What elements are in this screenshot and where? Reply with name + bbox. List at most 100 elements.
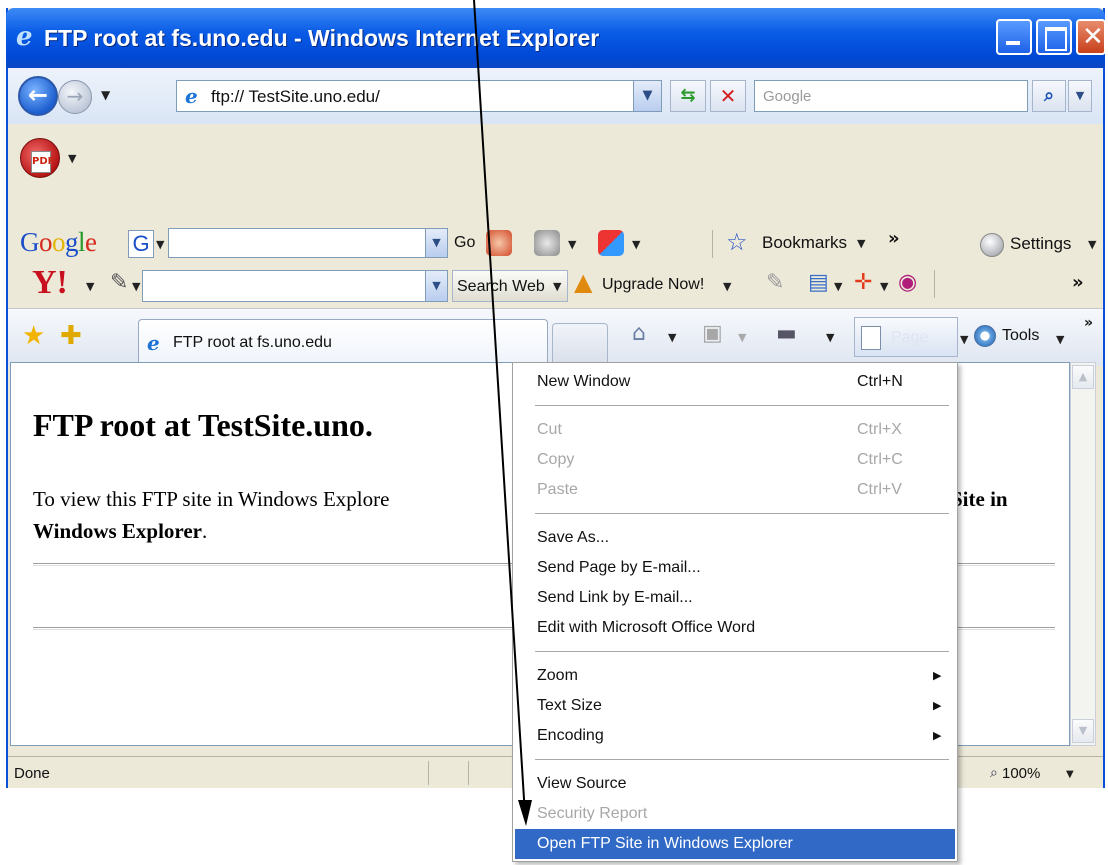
zoom-magnifier-icon: ⌕ [990, 765, 998, 781]
forward-button[interactable]: → [58, 80, 92, 114]
menu-item-open-ftp-site-in-windows-explorer[interactable]: Open FTP Site in Windows Explorer [515, 829, 955, 859]
stop-button[interactable]: ✕ [710, 80, 746, 112]
settings-dropdown-icon[interactable]: ▼ [1088, 238, 1096, 251]
tab-label: FTP root at fs.uno.edu [173, 334, 332, 351]
search-button[interactable]: ⌕ [1032, 80, 1066, 112]
news-icon[interactable] [486, 230, 512, 256]
page-menu-button[interactable]: Page [854, 317, 958, 357]
tab-ftp-root[interactable]: e FTP root at fs.uno.edu [138, 319, 548, 367]
more-chevron-icon[interactable]: » [1072, 272, 1084, 293]
popup-blocker-dropdown-icon[interactable]: ▼ [568, 238, 576, 251]
yahoo-logo[interactable]: Y! [32, 264, 68, 302]
more-chevron-icon[interactable]: » [888, 228, 900, 249]
popup-blocker-icon[interactable] [534, 230, 560, 256]
bookmarks-dropdown-icon[interactable]: ▼ [857, 237, 865, 250]
menu-item-new-window[interactable]: New Window Ctrl+N [515, 367, 955, 397]
home-icon[interactable]: ⌂ [632, 321, 646, 346]
menu-item-send-page-by-e-mail[interactable]: Send Page by E-mail... [515, 553, 955, 583]
search-options-dropdown-icon[interactable]: ▼ [1068, 80, 1092, 112]
pencil-icon[interactable]: ✎ [110, 270, 128, 295]
vertical-scrollbar[interactable]: ▲ ▼ [1070, 362, 1096, 746]
recent-pages-dropdown-icon[interactable]: ▼ [101, 88, 110, 102]
print-icon[interactable]: ▬ [776, 321, 797, 346]
menu-item-send-link-by-e-mail[interactable]: Send Link by E-mail... [515, 583, 955, 613]
zoom-level[interactable]: 100% [1002, 765, 1040, 782]
menu-item-encoding[interactable]: Encoding ▶ [515, 721, 955, 751]
tools-menu-button[interactable]: Tools [1002, 327, 1039, 345]
google-go-button[interactable]: Go [454, 234, 475, 252]
feeds-dropdown-icon[interactable]: ▼ [738, 331, 746, 344]
feeds-icon[interactable]: ▣ [702, 321, 723, 346]
menu-item-label: Cut [537, 421, 562, 438]
menu-item-label: Send Page by E-mail... [537, 559, 701, 576]
add-favorites-icon[interactable]: ✚ [60, 321, 82, 351]
new-tab-button[interactable] [552, 323, 608, 367]
menu-item-label: Copy [537, 451, 575, 468]
upgrade-dropdown-icon[interactable]: ▼ [723, 280, 731, 293]
tab-ie-icon: e [147, 331, 160, 355]
menu-item-paste[interactable]: Paste Ctrl+V [515, 475, 955, 505]
refresh-button[interactable]: ⇆ [670, 80, 706, 112]
favorites-star-icon[interactable]: ★ [22, 321, 45, 351]
target-dropdown-icon[interactable]: ▼ [880, 280, 888, 293]
google-search-input[interactable]: ▼ [168, 228, 448, 258]
scroll-up-icon[interactable]: ▲ [1072, 365, 1094, 389]
menu-item-shortcut: Ctrl+X [857, 421, 902, 438]
target-icon[interactable]: ✛ [854, 270, 872, 295]
page-tools-dropdown-icon[interactable]: ▼ [632, 238, 640, 251]
layout-icon[interactable]: ▤ [808, 270, 829, 295]
zoom-dropdown-icon[interactable]: ▼ [1066, 769, 1074, 780]
menu-item-copy[interactable]: Copy Ctrl+C [515, 445, 955, 475]
bookmarks-button[interactable]: Bookmarks [762, 233, 847, 253]
home-dropdown-icon[interactable]: ▼ [668, 331, 676, 344]
google-search-dropdown-icon[interactable]: ▼ [425, 229, 447, 257]
google-g-icon[interactable]: G [128, 230, 154, 258]
highlighter-icon[interactable]: ✎ [766, 270, 784, 295]
menu-item-text-size[interactable]: Text Size ▶ [515, 691, 955, 721]
pdf-dropdown-icon[interactable]: ▼ [68, 152, 76, 165]
menu-item-view-source[interactable]: View Source [515, 769, 955, 799]
pencil-dropdown-icon[interactable]: ▼ [132, 280, 140, 293]
menu-item-save-as[interactable]: Save As... [515, 523, 955, 553]
print-dropdown-icon[interactable]: ▼ [826, 331, 834, 344]
search-web-dropdown-icon[interactable]: ▼ [553, 280, 561, 293]
search-placeholder: Google [763, 88, 812, 105]
warning-icon: ▲ [574, 268, 593, 296]
menu-item-zoom[interactable]: Zoom ▶ [515, 661, 955, 691]
page-heading: FTP root at TestSite.uno. [33, 407, 373, 443]
back-button[interactable]: ← [18, 76, 58, 116]
scroll-down-icon[interactable]: ▼ [1072, 719, 1094, 743]
menu-item-cut[interactable]: Cut Ctrl+X [515, 415, 955, 445]
search-web-button[interactable]: Search Web ▼ [452, 270, 568, 302]
minimize-button[interactable] [996, 19, 1032, 55]
address-input[interactable]: ftp:// TestSite.uno.edu/ [211, 87, 380, 107]
settings-button[interactable]: Settings [1010, 234, 1071, 254]
page-dropdown-icon[interactable]: ▼ [960, 333, 968, 346]
tools-dropdown-icon[interactable]: ▼ [1056, 333, 1064, 346]
screenshot-stage: e FTP root at fs.uno.edu - Windows Inter… [0, 0, 1108, 865]
upgrade-now-button[interactable]: Upgrade Now! [602, 276, 704, 294]
pdf-convert-icon[interactable]: PDF [20, 138, 60, 178]
menu-item-edit-with-microsoft-office-word[interactable]: Edit with Microsoft Office Word [515, 613, 955, 643]
search-input[interactable]: Google [754, 80, 1028, 112]
google-menu-dropdown-icon[interactable]: ▼ [156, 238, 164, 251]
windows-explorer-link[interactable]: Windows Explorer [33, 519, 202, 543]
menu-separator [535, 513, 949, 515]
close-button[interactable]: ✕ [1076, 19, 1106, 55]
address-bar[interactable]: e ftp:// TestSite.uno.edu/ ▼ [176, 80, 662, 112]
maximize-button[interactable] [1036, 19, 1072, 55]
status-divider [468, 761, 469, 785]
music-icon[interactable]: ◉ [898, 270, 917, 295]
yahoo-search-dropdown-icon[interactable]: ▼ [425, 271, 447, 301]
menu-separator [535, 651, 949, 653]
yahoo-menu-dropdown-icon[interactable]: ▼ [86, 280, 94, 293]
page-tools-icon[interactable] [598, 230, 624, 256]
address-dropdown-icon[interactable]: ▼ [633, 81, 661, 111]
more-chevron-icon[interactable]: » [1084, 315, 1093, 331]
google-logo[interactable]: Google [20, 227, 97, 258]
title-bar[interactable]: e FTP root at fs.uno.edu - Windows Inter… [6, 8, 1106, 68]
instruction-link-tail[interactable]: Site in [951, 487, 1008, 512]
yahoo-search-input[interactable]: ▼ [142, 270, 448, 302]
menu-item-security-report[interactable]: Security Report [515, 799, 955, 829]
layout-dropdown-icon[interactable]: ▼ [834, 280, 842, 293]
